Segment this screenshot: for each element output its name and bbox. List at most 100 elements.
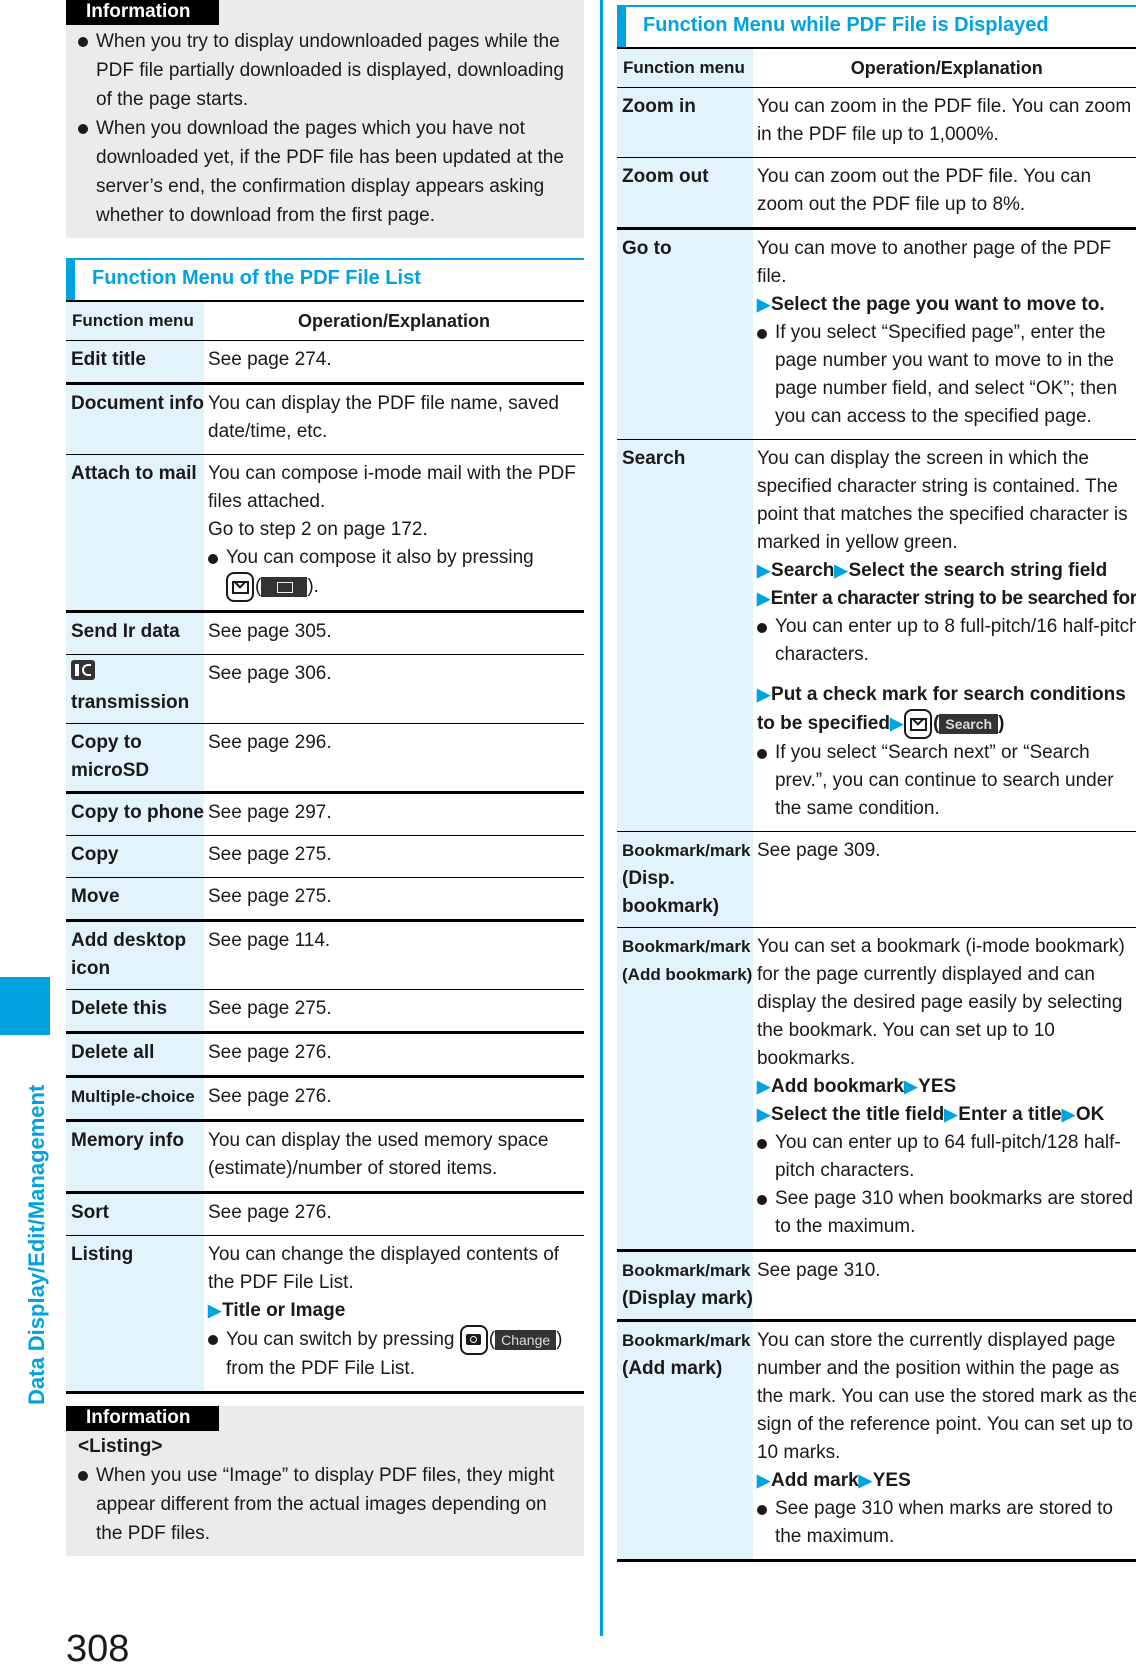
explanation-bullet: You can compose it also by pressing ().	[208, 544, 584, 602]
menu-item-name: Multiple-choice	[66, 1076, 204, 1122]
function-menu-table-list: Function menu Operation/Explanation Edit…	[66, 300, 584, 1394]
step-arrow-icon: ▶	[756, 685, 771, 704]
table-row: Multiple-choice See page 276.	[66, 1076, 584, 1122]
menu-item-explanation: See page 276.	[204, 1076, 584, 1122]
menu-item-explanation: See page 310.	[752, 1250, 1136, 1322]
step-text: Enter a character string to be searched …	[770, 588, 1136, 609]
chapter-label: Data Display/Edit/Management	[24, 1084, 49, 1405]
menu-item-explanation: See page 114.	[204, 920, 584, 990]
menu-item-name: Copy to microSD	[66, 723, 204, 794]
step-arrow-icon: ▶	[756, 295, 771, 314]
step-arrow-icon: ▶	[834, 561, 848, 580]
menu-item-name: Zoom in	[617, 87, 753, 158]
change-softkey: Change	[495, 1330, 557, 1350]
table-row: Listing You can change the displayed con…	[66, 1235, 584, 1394]
operation-step: ▶Title or Image	[208, 1297, 584, 1325]
step-arrow-icon: ▶	[904, 1077, 918, 1096]
menu-item-explanation: You can display the screen in which the …	[752, 439, 1136, 832]
mail-key-icon	[226, 572, 254, 602]
menu-item-explanation: You can zoom in the PDF file. You can zo…	[752, 87, 1136, 158]
step-arrow-icon: ▶	[208, 1301, 222, 1320]
step-text: Select the title field	[771, 1104, 945, 1125]
menu-item-name: Bookmark/mark (Disp. bookmark)	[617, 831, 753, 928]
chapter-tab-marker	[0, 977, 50, 1035]
menu-item-explanation: You can move to another page of the PDF …	[752, 228, 1136, 440]
step-text: Search	[771, 560, 835, 581]
menu-item-explanation: You can change the displayed contents of…	[204, 1235, 584, 1394]
menu-item-sublabel: (Add mark)	[622, 1358, 723, 1379]
explanation-text: You can compose i-mode mail with the PDF…	[208, 463, 576, 512]
menu-item-name: Move	[66, 877, 204, 922]
menu-item-name: Delete all	[66, 1032, 204, 1078]
bullet-text: You can compose it also by pressing	[226, 547, 534, 568]
ic-card-icon	[71, 660, 95, 680]
menu-item-name: Listing	[66, 1235, 204, 1394]
menu-item-name: Bookmark/mark (Display mark)	[617, 1250, 753, 1322]
info-subheading: <Listing>	[78, 1436, 163, 1457]
menu-item-explanation: See page 309.	[752, 831, 1136, 928]
menu-item-name: Document info	[66, 383, 204, 455]
menu-item-label: Bookmark/mark	[622, 1331, 751, 1350]
table-row: Send Ir data See page 305.	[66, 611, 584, 655]
menu-item-explanation: See page 275.	[204, 989, 584, 1034]
table-row: Copy to phone See page 297.	[66, 792, 584, 836]
explanation-text: You can display the screen in which the …	[756, 448, 1128, 553]
step-text: YES	[918, 1076, 957, 1097]
table-row: Add desktop icon See page 114.	[66, 920, 584, 990]
menu-item-name: Attach to mail	[66, 454, 204, 613]
info-box-download: Information When you try to display undo…	[66, 0, 584, 238]
menu-item-name: Add desktop icon	[66, 920, 204, 990]
step-text: Add mark	[771, 1470, 859, 1491]
step-text: Select the search string field	[848, 560, 1108, 581]
table-row: Bookmark/mark (Add bookmark) You can set…	[617, 927, 1136, 1252]
table-row: Move See page 275.	[66, 877, 584, 922]
menu-item-name: Copy	[66, 835, 204, 878]
step-arrow-icon: ▶	[756, 561, 771, 580]
step-arrow-icon: ▶	[756, 589, 770, 608]
step-arrow-icon: ▶	[944, 1105, 958, 1124]
explanation-bullet: If you select “Search next” or “Search p…	[756, 739, 1136, 823]
menu-item-label: Bookmark/mark	[622, 1261, 751, 1280]
section-title-pdf-displayed: Function Menu while PDF File is Displaye…	[617, 5, 1136, 47]
menu-item-name: Delete this	[66, 989, 204, 1034]
info-bullet: When you use “Image” to display PDF file…	[78, 1461, 570, 1548]
info-bullet: When you download the pages which you ha…	[78, 114, 570, 230]
table-row: Memory info You can display the used mem…	[66, 1120, 584, 1194]
menu-item-explanation: See page 275.	[204, 835, 584, 878]
menu-item-explanation: You can display the used memory space (e…	[204, 1120, 584, 1194]
explanation-bullet: If you select “Specified page”, enter th…	[756, 319, 1136, 431]
menu-item-name: Zoom out	[617, 157, 753, 230]
operation-step: ▶Enter a character string to be searched…	[757, 585, 1136, 613]
right-column: Function Menu while PDF File is Displaye…	[617, 5, 1136, 1562]
section-title-pdf-file-list: Function Menu of the PDF File List	[66, 258, 584, 300]
operation-step: ▶Select the page you want to move to.	[757, 291, 1136, 319]
table-row: Bookmark/mark (Disp. bookmark) See page …	[617, 831, 1136, 928]
page-number: 308	[66, 1628, 130, 1670]
table-row: Zoom out You can zoom out the PDF file. …	[617, 157, 1136, 230]
menu-item-explanation: You can set a bookmark (i-mode bookmark)…	[752, 927, 1136, 1252]
explanation-text: Go to step 2 on page 172.	[208, 519, 428, 540]
step-arrow-icon: ▶	[889, 714, 904, 734]
explanation-bullet: See page 310 when bookmarks are stored t…	[756, 1185, 1136, 1241]
table-row: Zoom in You can zoom in the PDF file. Yo…	[617, 87, 1136, 158]
menu-item-explanation: You can store the currently displayed pa…	[752, 1320, 1136, 1562]
menu-item-label: Bookmark/mark	[622, 937, 751, 956]
explanation-bullet: You can enter up to 64 full-pitch/128 ha…	[756, 1129, 1136, 1185]
camera-key-icon	[459, 1325, 488, 1355]
info-box-listing: Information <Listing> When you use “Imag…	[66, 1406, 584, 1556]
column-header-function: Function menu	[617, 47, 753, 88]
column-divider	[600, 0, 603, 1636]
operation-step: ▶Add bookmark▶YES	[757, 1073, 1136, 1101]
menu-item-name: Go to	[617, 228, 753, 440]
table-row: Document info You can display the PDF fi…	[66, 383, 584, 455]
menu-item-name: transmission	[66, 654, 204, 724]
table-row: transmission See page 306.	[66, 654, 584, 724]
explanation-text: You can set a bookmark (i-mode bookmark)…	[756, 936, 1125, 1069]
mail-key-icon	[904, 709, 933, 739]
explanation-bullet: See page 310 when marks are stored to th…	[756, 1495, 1136, 1551]
menu-item-explanation: You can compose i-mode mail with the PDF…	[204, 454, 584, 613]
table-row: Edit title See page 274.	[66, 340, 584, 385]
table-row: Copy See page 275.	[66, 835, 584, 878]
function-menu-table-display: Function menu Operation/Explanation Zoom…	[617, 47, 1136, 1562]
menu-item-name: Send Ir data	[66, 611, 204, 655]
